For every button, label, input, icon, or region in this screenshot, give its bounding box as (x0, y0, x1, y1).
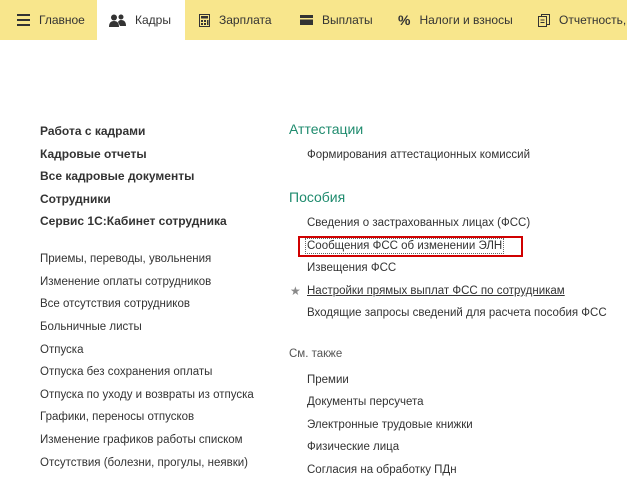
link-fss-eln-messages[interactable]: Сообщения ФСС об изменении ЭЛН (304, 238, 505, 254)
link-salary-changes[interactable]: Изменение оплаты сотрудников (40, 276, 211, 288)
link-all-personnel-documents[interactable]: Все кадровые документы (40, 169, 194, 183)
calculator-icon (199, 13, 210, 27)
link-employee-cabinet-service[interactable]: Сервис 1С:Кабинет сотрудника (40, 214, 227, 228)
link-hirings-transfers-dismissals[interactable]: Приемы, переводы, увольнения (40, 253, 211, 265)
people-icon (109, 14, 126, 27)
tab-payments[interactable]: Выплаты (285, 0, 383, 40)
group-title-attestation: Аттестации (289, 121, 364, 137)
percent-icon: % (398, 12, 411, 28)
tab-reports[interactable]: Отчетность, с (523, 0, 627, 40)
link-unpaid-vacations[interactable]: Отпуска без сохранения оплаты (40, 366, 212, 378)
tab-label: Выплаты (322, 13, 373, 27)
see-also-title: См. также (289, 348, 343, 360)
link-insured-persons-info[interactable]: Сведения о застрахованных лицах (ФСС) (307, 217, 530, 229)
link-employees[interactable]: Сотрудники (40, 192, 111, 206)
tab-salary[interactable]: Зарплата (185, 0, 285, 40)
tab-label: Налоги и взносы (419, 13, 513, 27)
link-all-absences[interactable]: Все отсутствия сотрудников (40, 298, 190, 310)
link-parental-leaves[interactable]: Отпуска по уходу и возвраты из отпуска (40, 389, 254, 401)
wallet-icon (300, 15, 313, 25)
link-bonuses[interactable]: Премии (307, 374, 349, 386)
link-individuals[interactable]: Физические лица (307, 441, 399, 453)
reports-icon (538, 13, 550, 27)
link-personal-accounting-documents[interactable]: Документы персучета (307, 396, 424, 408)
link-attestation-commissions[interactable]: Формирования аттестационных комиссий (307, 149, 530, 161)
link-direct-payment-settings[interactable]: Настройки прямых выплат ФСС по сотрудник… (307, 285, 565, 297)
menu-icon (17, 14, 30, 26)
link-work-schedule-changes[interactable]: Изменение графиков работы списком (40, 434, 243, 446)
link-sick-leaves[interactable]: Больничные листы (40, 321, 142, 333)
tab-label: Кадры (135, 13, 171, 27)
link-absences-illness[interactable]: Отсутствия (болезни, прогулы, неявки) (40, 457, 248, 469)
tab-main[interactable]: Главное (0, 0, 97, 40)
link-fss-notices[interactable]: Извещения ФСС (307, 262, 396, 274)
link-incoming-requests[interactable]: Входящие запросы сведений для расчета по… (307, 307, 607, 319)
link-electronic-work-books[interactable]: Электронные трудовые книжки (307, 419, 473, 431)
link-work-with-personnel[interactable]: Работа с кадрами (40, 124, 145, 138)
link-vacation-schedules[interactable]: Графики, переносы отпусков (40, 411, 194, 423)
tab-label: Главное (39, 13, 85, 27)
link-personal-data-consents[interactable]: Согласия на обработку ПДн (307, 464, 457, 476)
group-title-benefits: Пособия (289, 189, 346, 205)
tab-personnel[interactable]: Кадры (97, 0, 185, 40)
section-tabs-bar: Главное Кадры Зарплата Выплаты % Налоги … (0, 0, 627, 40)
link-vacations[interactable]: Отпуска (40, 344, 84, 356)
tab-taxes[interactable]: % Налоги и взносы (383, 0, 523, 40)
tab-label: Зарплата (219, 13, 272, 27)
link-personnel-reports[interactable]: Кадровые отчеты (40, 147, 147, 161)
favorite-star-icon[interactable]: ★ (290, 284, 301, 298)
tab-label: Отчетность, с (559, 13, 627, 27)
